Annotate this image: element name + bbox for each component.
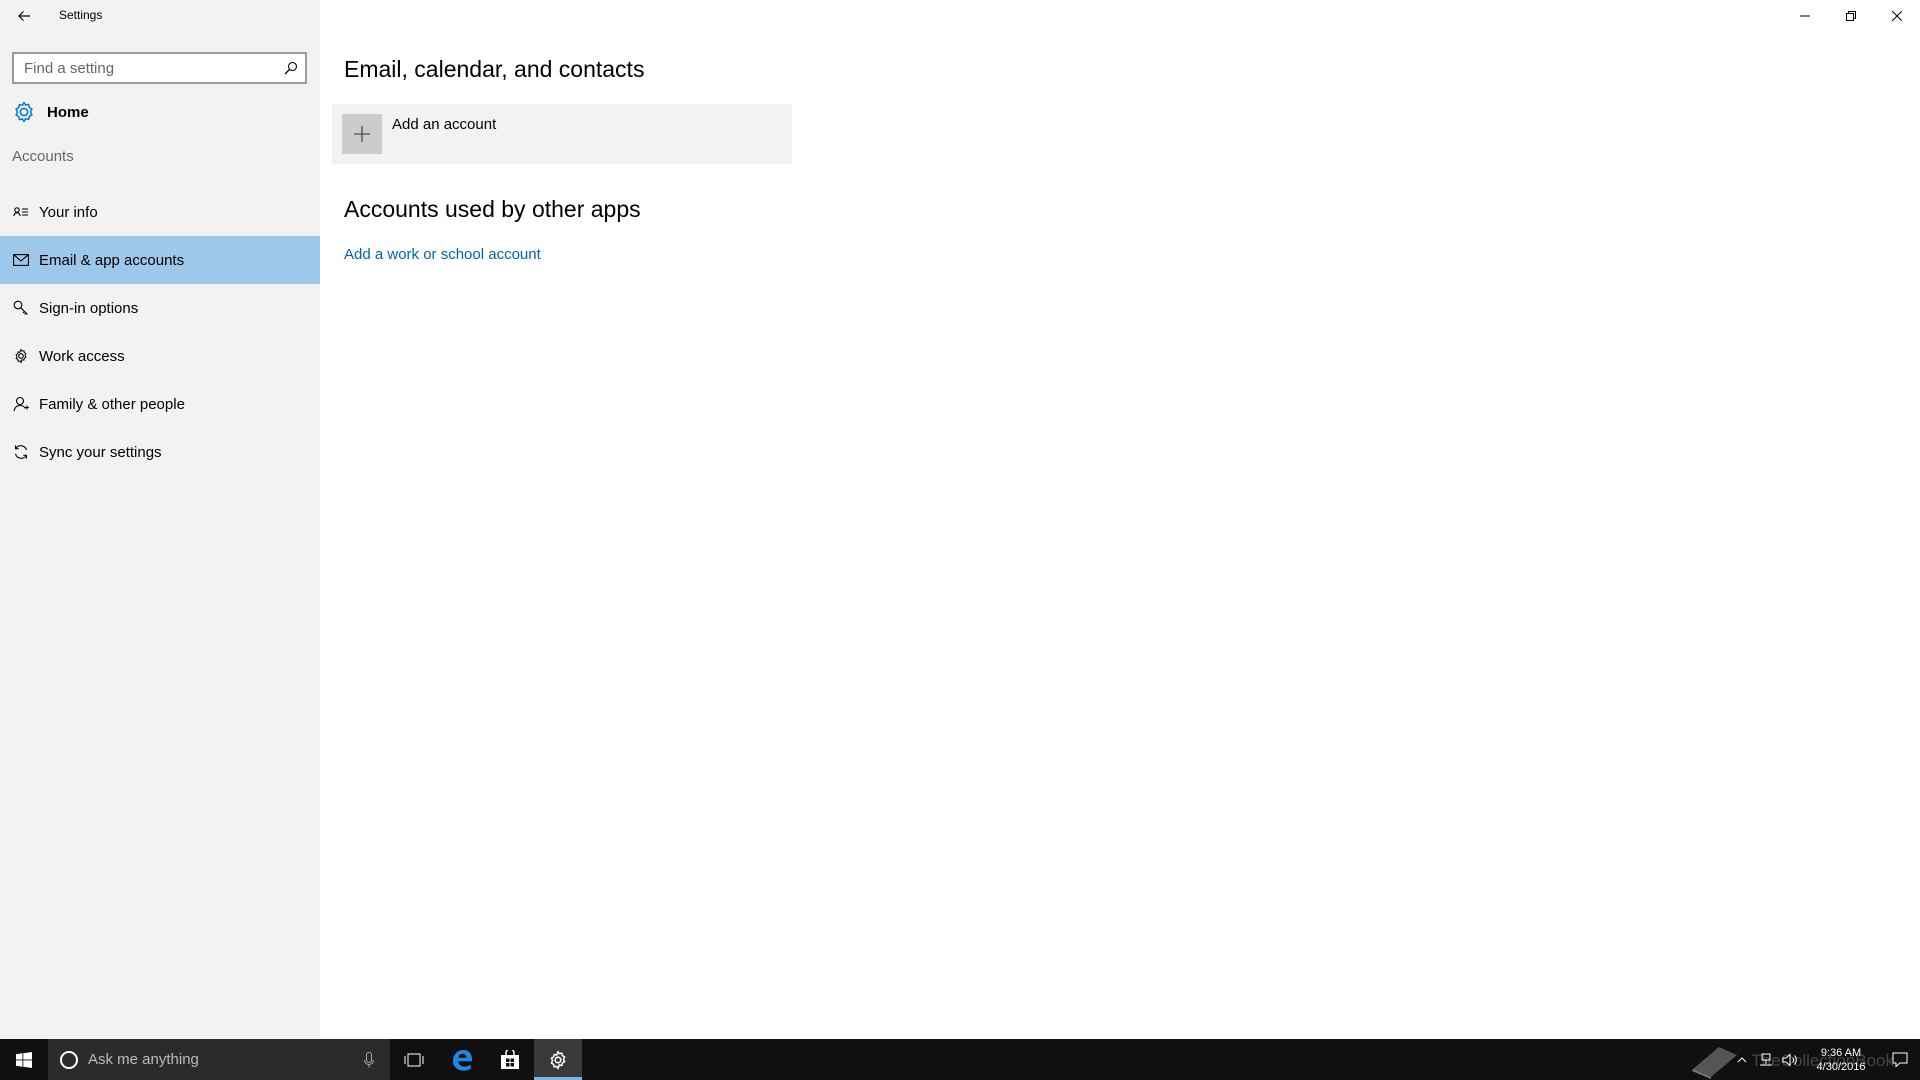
main-content: Email, calendar, and contacts Add an acc… <box>320 32 1920 1039</box>
clock-time: 9:36 AM <box>1820 1046 1862 1059</box>
sync-icon <box>12 443 30 461</box>
edge-logo-icon <box>453 1049 472 1071</box>
window-controls <box>1782 0 1920 32</box>
microphone-icon[interactable] <box>354 1039 384 1080</box>
heading-email-calendar-contacts: Email, calendar, and contacts <box>344 56 645 82</box>
store-bag-icon <box>501 1049 519 1069</box>
minimize-icon <box>1800 15 1810 17</box>
home-nav-item[interactable]: Home <box>0 92 320 132</box>
sidebar-item-your-info[interactable]: Your info <box>0 188 320 236</box>
close-icon <box>1892 11 1902 21</box>
sidebar-item-email-app-accounts[interactable]: Email & app accounts <box>0 236 320 284</box>
sidebar-item-label: Sign-in options <box>39 299 139 317</box>
gear-icon <box>550 1050 566 1069</box>
sidebar-item-label: Your info <box>39 203 98 221</box>
search-icon[interactable] <box>277 54 305 82</box>
store-button[interactable] <box>486 1039 534 1080</box>
sidebar-item-label: Family & other people <box>39 395 185 413</box>
window-title: Settings <box>59 8 103 22</box>
system-tray: TheCollectionBook 9:36 AM 4/30/2016 <box>1692 1039 1920 1080</box>
section-label-accounts: Accounts <box>12 148 74 165</box>
back-button[interactable] <box>8 2 40 30</box>
accounts-nav-list: Your info Email & app accounts Sign-in o… <box>0 188 320 476</box>
sidebar: Home Accounts Your info Email & app acco… <box>0 32 320 1039</box>
task-view-button[interactable] <box>390 1039 438 1080</box>
clock-date: 4/30/2016 <box>1816 1060 1866 1073</box>
speaker-icon <box>1782 1052 1797 1067</box>
show-hidden-icons-button[interactable] <box>1730 1039 1754 1080</box>
gear-icon <box>15 101 33 123</box>
minimize-button[interactable] <box>1782 0 1828 32</box>
close-button[interactable] <box>1874 0 1920 32</box>
mail-icon <box>12 251 30 269</box>
cortana-search-box[interactable] <box>48 1039 390 1080</box>
edge-browser-button[interactable] <box>438 1039 486 1080</box>
taskbar: TheCollectionBook 9:36 AM 4/30/2016 <box>0 1039 1920 1080</box>
task-view-icon <box>404 1053 424 1066</box>
heading-accounts-other-apps: Accounts used by other apps <box>344 196 641 222</box>
settings-app-button[interactable] <box>534 1039 582 1080</box>
plus-icon <box>342 114 382 154</box>
volume-button[interactable] <box>1778 1039 1802 1080</box>
contact-card-icon <box>12 203 30 221</box>
network-button[interactable] <box>1754 1039 1778 1080</box>
network-icon <box>1760 1053 1772 1065</box>
sidebar-item-label: Sync your settings <box>39 443 162 461</box>
sidebar-item-sign-in-options[interactable]: Sign-in options <box>0 284 320 332</box>
cortana-search-input[interactable] <box>88 1051 354 1068</box>
back-arrow-icon <box>18 11 30 21</box>
chevron-up-icon <box>1737 1056 1747 1062</box>
person-icon <box>12 395 30 413</box>
start-button[interactable] <box>0 1039 48 1080</box>
search-input[interactable] <box>24 59 277 77</box>
sidebar-item-sync-settings[interactable]: Sync your settings <box>0 428 320 476</box>
windows-logo-icon <box>16 1051 32 1068</box>
add-work-school-account-link[interactable]: Add a work or school account <box>344 246 541 263</box>
clock[interactable]: 9:36 AM 4/30/2016 <box>1802 1039 1880 1080</box>
add-account-button[interactable]: Add an account <box>332 104 792 164</box>
find-setting-search[interactable] <box>12 52 307 84</box>
title-bar-sidebar-area <box>0 0 320 32</box>
action-center-button[interactable] <box>1880 1039 1920 1080</box>
briefcase-gear-icon <box>12 347 30 365</box>
notification-icon <box>1892 1052 1908 1068</box>
sidebar-item-label: Work access <box>39 347 125 365</box>
home-label: Home <box>47 103 89 121</box>
restore-button[interactable] <box>1828 0 1874 32</box>
sidebar-item-work-access[interactable]: Work access <box>0 332 320 380</box>
restore-icon <box>1846 11 1856 21</box>
key-icon <box>12 299 30 317</box>
sidebar-item-label: Email & app accounts <box>39 251 185 269</box>
sidebar-item-family-other-people[interactable]: Family & other people <box>0 380 320 428</box>
add-account-label: Add an account <box>392 116 497 133</box>
title-bar: Settings <box>0 0 1920 32</box>
cortana-icon <box>58 1049 80 1071</box>
